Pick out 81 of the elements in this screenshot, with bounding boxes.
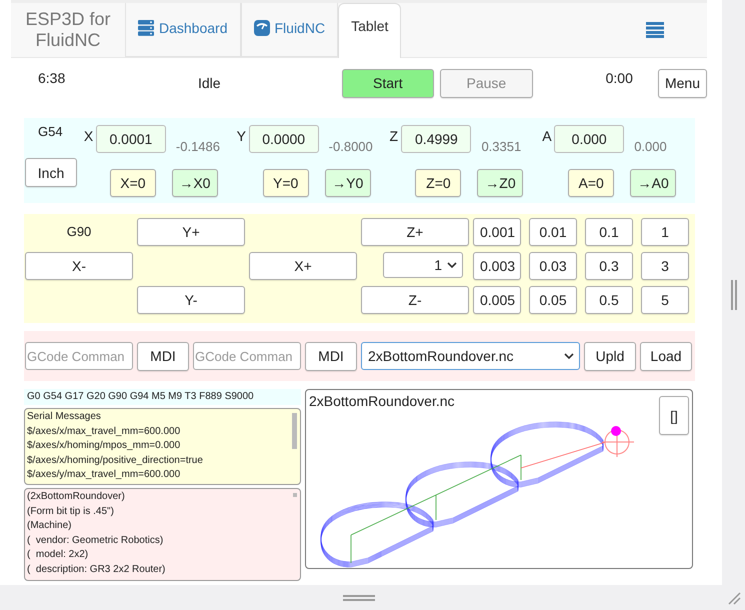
goto-zero-button[interactable]: →X0 — [172, 169, 218, 197]
file-select[interactable]: 2xBottomRoundover.nc — [361, 342, 580, 370]
goto-zero-button[interactable]: →Z0 — [477, 169, 524, 197]
resize-grip-icon[interactable] — [731, 280, 737, 310]
step-size-button[interactable]: 0.3 — [585, 252, 633, 280]
step-size-button[interactable]: 0.003 — [473, 252, 521, 280]
jog-button[interactable]: Z+ — [361, 218, 469, 246]
serial-line: $/axes/x/homing/mpos_mm=0.000 — [27, 439, 182, 454]
coordinate-field[interactable]: 0.0000 — [248, 125, 319, 153]
gcode-line: ( model: 2x2) — [27, 548, 90, 562]
serial-line: $/axes/y/max_travel_mm=600.000 — [27, 468, 182, 482]
step-size-button[interactable]: 5 — [641, 286, 689, 314]
machine-state: Idle — [196, 75, 222, 91]
step-size-button[interactable]: 0.5 — [585, 286, 633, 314]
step-size-button[interactable]: 0.001 — [473, 218, 521, 246]
fit-view-button[interactable]: [] — [659, 396, 689, 435]
jog-button[interactable]: X+ — [249, 252, 357, 280]
zero-axis-button[interactable]: Z=0 — [415, 169, 462, 197]
step-size-button[interactable]: 0.05 — [529, 286, 577, 314]
elapsed-time: 0:00 — [604, 69, 634, 86]
coordinate-field[interactable]: 0.000 — [554, 125, 624, 153]
multiplier-select[interactable]: 1 — [383, 252, 463, 278]
distance-mode: G90 — [66, 223, 92, 241]
gcode-line: (Machine) — [27, 519, 72, 534]
step-size-button[interactable]: 0.01 — [529, 218, 577, 246]
jog-button[interactable]: Y+ — [137, 218, 245, 246]
serial-title: Serial Messages — [27, 410, 102, 424]
preview-title: 2xBottomRoundover.nc — [309, 393, 455, 409]
wcs-label: G54 — [37, 123, 64, 141]
machine-position: 0.000 — [633, 138, 667, 154]
scrollbar-thumb[interactable] — [292, 413, 297, 449]
gcode-line: ( vendor: Geometric Robotics) — [27, 534, 164, 548]
nav-tab[interactable]: FluidNC — [240, 3, 338, 57]
zero-axis-button[interactable]: X=0 — [110, 169, 156, 197]
mdi-button[interactable]: MDI — [305, 342, 357, 370]
coordinate-field[interactable]: 0.4999 — [401, 125, 472, 153]
chevron-icon — [447, 262, 457, 268]
gcode-input-field[interactable]: GCode Comman — [193, 342, 301, 370]
coordinate-field[interactable]: 0.0001 — [96, 125, 166, 153]
nav-tab[interactable]: Tablet — [338, 3, 402, 58]
mdi-button[interactable]: MDI — [137, 342, 189, 370]
machine-position: -0.8000 — [328, 138, 373, 154]
machine-position: -0.1486 — [174, 138, 220, 154]
upload-button[interactable]: Upld — [584, 342, 636, 370]
runtime-text: 6:38 — [37, 69, 66, 86]
jog-button[interactable]: X- — [25, 252, 133, 280]
menu-icon[interactable] — [646, 22, 664, 38]
nav-tab[interactable]: Dashboard — [125, 3, 240, 57]
gcode-line: ( description: GR3 2x2 Router) — [27, 562, 166, 577]
goto-zero-button[interactable]: →A0 — [630, 169, 676, 197]
step-size-button[interactable]: 1 — [641, 218, 689, 246]
serial-line: $/axes/x/homing/positive_direction=true — [27, 454, 204, 468]
step-size-button[interactable]: 0.005 — [473, 286, 521, 314]
jog-button[interactable]: Z- — [361, 286, 469, 314]
resize-grip-icon[interactable] — [343, 595, 375, 601]
serial-line: $/axes/x/max_travel_mm=600.000 — [27, 424, 182, 439]
gcode-modes: G0 G54 G17 G20 G90 G94 M5 M9 T3 F889 S9000 — [24, 389, 301, 405]
gauge-icon — [254, 20, 270, 36]
gcode-line: (Form bit tip is .45") — [27, 504, 115, 519]
axis-label: A — [542, 127, 553, 144]
zero-axis-button[interactable]: Y=0 — [262, 169, 309, 197]
menu-button[interactable]: Menu — [658, 68, 707, 98]
axis-label: X — [84, 127, 94, 144]
gcode-input-field[interactable]: GCode Comman — [25, 342, 133, 370]
app-logo[interactable]: ESP3D for FluidNC — [11, 3, 125, 57]
jog-button[interactable]: Y- — [137, 286, 245, 314]
machine-position: 0.3351 — [480, 138, 522, 154]
run-control-button[interactable]: Start — [342, 68, 434, 98]
axis-label: Y — [236, 127, 248, 144]
units-button[interactable]: Inch — [25, 158, 77, 187]
step-size-button[interactable]: 0.1 — [585, 218, 633, 246]
zero-axis-button[interactable]: A=0 — [568, 169, 614, 197]
gcode-line: (2xBottomRoundover) — [27, 490, 126, 504]
chevron-icon — [564, 353, 574, 359]
step-size-button[interactable]: 3 — [641, 252, 689, 280]
server-icon — [138, 20, 154, 36]
load-button[interactable]: Load — [640, 342, 692, 370]
axis-label: Z — [389, 127, 399, 144]
step-size-button[interactable]: 0.03 — [529, 252, 577, 280]
resize-corner-icon[interactable] — [727, 591, 741, 605]
goto-zero-button[interactable]: →Y0 — [324, 169, 371, 197]
